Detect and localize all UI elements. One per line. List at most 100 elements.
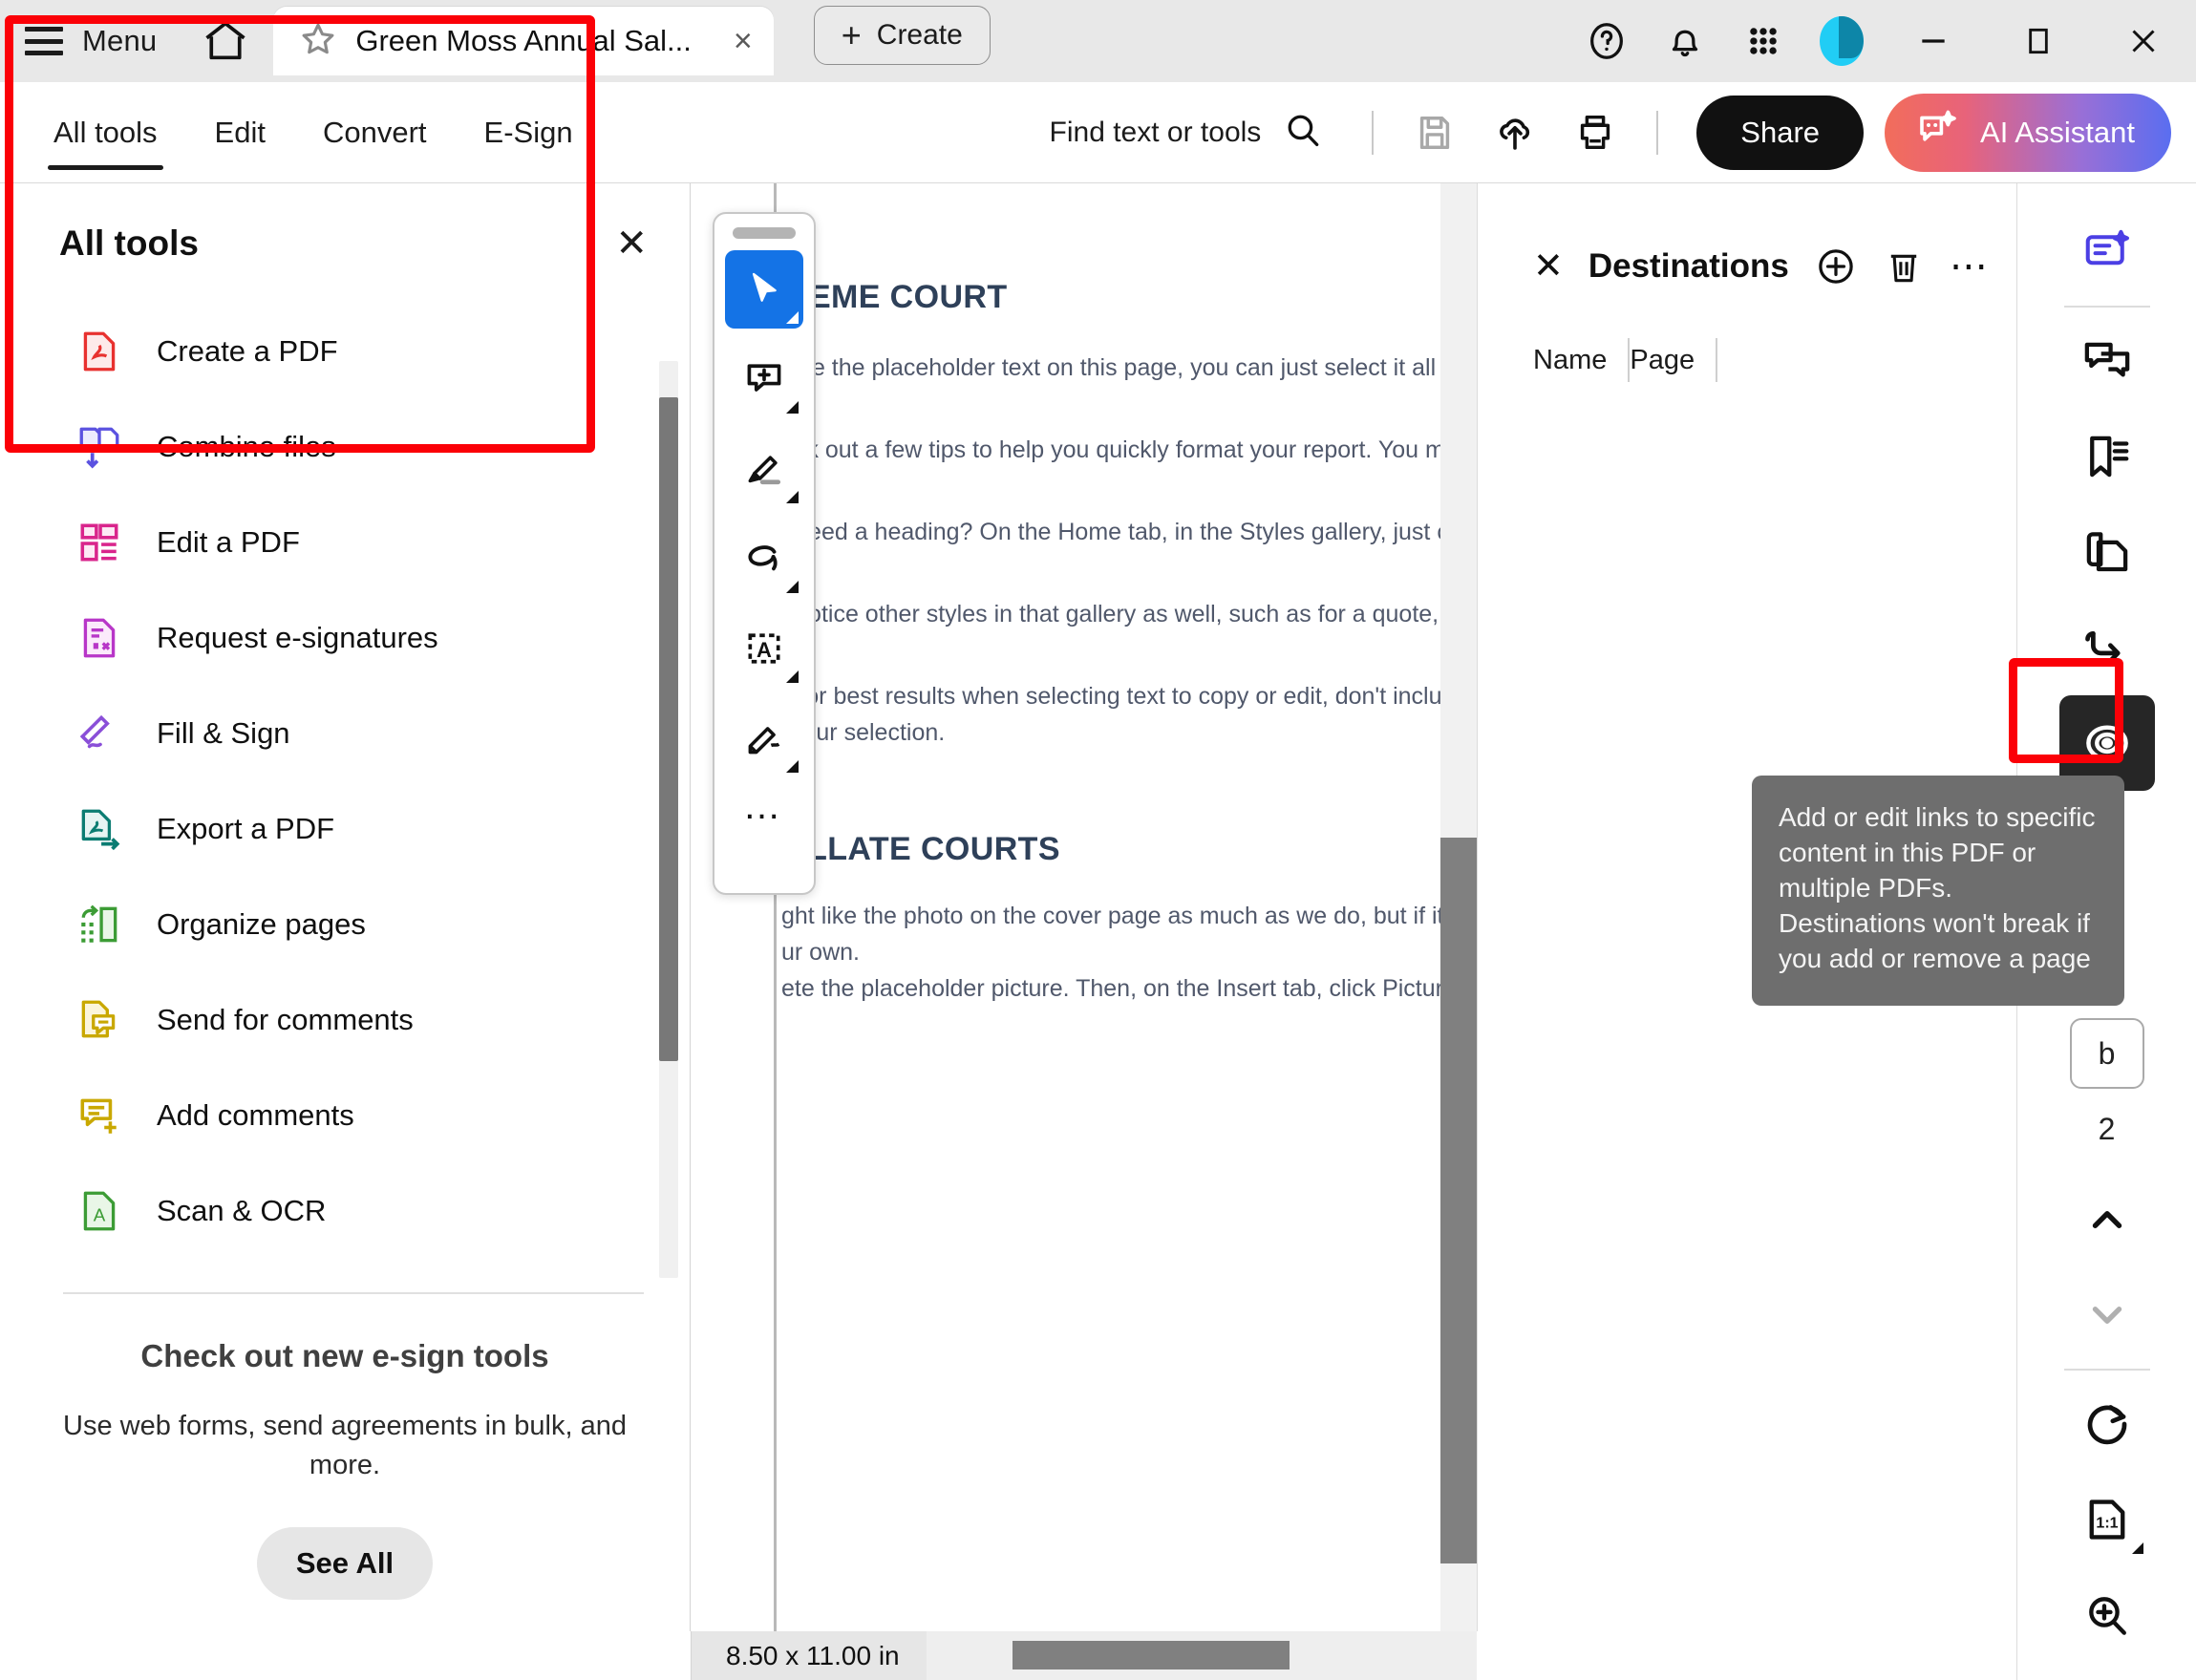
zoom-out-icon[interactable] [2059, 1663, 2155, 1680]
tool-item-combine-files[interactable]: Combine files [0, 399, 690, 495]
fit-1to1-icon[interactable]: 1:1 [2059, 1472, 2155, 1567]
sign-pen-tool[interactable] [725, 699, 803, 777]
home-icon[interactable] [199, 14, 252, 68]
ai-assistant-button[interactable]: AI Assistant [1885, 93, 2171, 172]
tool-item-edit-pdf[interactable]: Edit a PDF [0, 495, 690, 590]
dropdown-caret-icon[interactable] [786, 491, 799, 503]
send-for-comments-icon [75, 995, 124, 1045]
upload-cloud-icon[interactable] [1475, 93, 1555, 173]
window-close-button[interactable] [2091, 0, 2196, 82]
document-scrollbar-thumb[interactable] [1440, 838, 1477, 1563]
svg-text:A: A [757, 638, 772, 662]
close-icon[interactable]: ✕ [1533, 248, 1564, 285]
combine-files-icon [75, 422, 124, 472]
star-icon[interactable] [298, 19, 338, 64]
rotate-icon[interactable] [2059, 1376, 2155, 1472]
dropdown-caret-icon[interactable] [2131, 1542, 2143, 1554]
draw-oval-tool[interactable] [725, 520, 803, 598]
organize-pages-icon [75, 900, 124, 949]
print-icon[interactable] [1555, 93, 1635, 173]
export-pdf-icon [75, 804, 124, 854]
document-tab[interactable]: Green Moss Annual Sal... × [273, 7, 774, 75]
rail-item-page-thumbnails[interactable] [2059, 504, 2155, 600]
tool-item-send-for-comments[interactable]: Send for comments [0, 972, 690, 1068]
zoom-in-icon[interactable] [2059, 1567, 2155, 1663]
hamburger-menu-icon[interactable] [25, 27, 63, 55]
add-circle-icon[interactable] [1814, 245, 1858, 288]
page-number-input[interactable]: b [2069, 1018, 2144, 1089]
more-tools-icon[interactable]: … [743, 787, 786, 825]
horizontal-scrollbar-thumb[interactable] [1012, 1641, 1290, 1669]
divider [2063, 306, 2150, 308]
title-bar-left: Menu Green Moss Annual Sal... × + Create [0, 0, 991, 82]
rail-item-attachments[interactable] [2059, 600, 2155, 695]
rail-item-bookmarks[interactable] [2059, 409, 2155, 504]
page-down-button[interactable] [2059, 1267, 2155, 1363]
tool-item-export-pdf[interactable]: Export a PDF [0, 781, 690, 877]
trash-icon[interactable] [1883, 245, 1925, 287]
dropdown-caret-icon[interactable] [786, 311, 799, 324]
title-bar: Menu Green Moss Annual Sal... × + Create [0, 0, 2196, 82]
rail-item-ai-assistant[interactable] [2059, 204, 2155, 300]
ribbon-tabs: All tools Edit Convert E-Sign [0, 82, 602, 183]
divider [2063, 1369, 2150, 1371]
tool-item-add-comments[interactable]: Add comments [0, 1068, 690, 1163]
promo-subtitle: Use web forms, send agreements in bulk, … [63, 1410, 627, 1480]
tool-item-request-esignatures[interactable]: Request e-signatures [0, 590, 690, 686]
share-button[interactable]: Share [1696, 95, 1865, 170]
fill-sign-icon [75, 709, 124, 758]
search-input[interactable]: Find text or tools [1050, 109, 1325, 156]
esign-promo: Check out new e-sign tools Use web forms… [0, 1338, 690, 1600]
tool-label: Combine files [157, 430, 336, 463]
help-icon[interactable] [1567, 0, 1646, 82]
tool-item-organize-pages[interactable]: Organize pages [0, 877, 690, 972]
tab-close-icon[interactable]: × [709, 25, 753, 57]
tab-convert[interactable]: Convert [294, 82, 456, 183]
select-cursor-tool[interactable] [725, 250, 803, 329]
horizontal-scrollbar-track[interactable] [926, 1631, 1477, 1680]
quick-tools-toolbar: A … [713, 212, 816, 895]
bell-icon[interactable] [1646, 0, 1724, 82]
rail-item-comments[interactable] [2059, 313, 2155, 409]
dropdown-caret-icon[interactable] [786, 760, 799, 773]
tab-all-tools[interactable]: All tools [25, 82, 186, 183]
dropdown-caret-icon[interactable] [786, 401, 799, 414]
apps-grid-icon[interactable] [1724, 0, 1802, 82]
tool-item-scan-ocr[interactable]: A Scan & OCR [0, 1163, 690, 1259]
column-header-name[interactable]: Name [1533, 345, 1628, 376]
close-icon[interactable]: ✕ [615, 224, 648, 263]
right-bottom-strip [1477, 1631, 2016, 1680]
search-icon[interactable] [1282, 109, 1324, 156]
column-header-page[interactable]: Page [1630, 345, 1716, 376]
tool-item-create-pdf[interactable]: Create a PDF [0, 304, 690, 399]
tab-esign[interactable]: E-Sign [456, 82, 602, 183]
avatar[interactable] [1802, 0, 1881, 82]
dropdown-caret-icon[interactable] [786, 581, 799, 593]
title-bar-right [1567, 0, 2196, 82]
menu-label[interactable]: Menu [82, 24, 157, 58]
destinations-panel: ✕ Destinations ⋯ Name Page [1489, 204, 2066, 630]
tool-label: Edit a PDF [157, 525, 300, 559]
tab-edit[interactable]: Edit [186, 82, 294, 183]
doc-heading-2: ELLATE COURTS [785, 831, 1060, 867]
window-maximize-button[interactable] [1986, 0, 2091, 82]
add-text-tool[interactable]: A [725, 609, 803, 688]
tools-list: Create a PDF Combine files Edit a PDF Re… [0, 304, 690, 1307]
tool-item-fill-sign[interactable]: Fill & Sign [0, 686, 690, 781]
window-minimize-button[interactable] [1881, 0, 1986, 82]
save-icon[interactable] [1395, 93, 1475, 173]
all-tools-header: All tools ✕ [0, 183, 690, 264]
page-up-button[interactable] [2059, 1172, 2155, 1267]
dropdown-caret-icon[interactable] [786, 670, 799, 683]
scan-ocr-icon: A [75, 1186, 124, 1236]
doc-paragraph: eck out a few tips to help you quickly f… [781, 436, 1477, 463]
doc-paragraph: ght like the photo on the cover page as … [781, 903, 1477, 929]
more-options-icon[interactable]: ⋯ [1950, 247, 1993, 286]
add-comment-tool[interactable] [725, 340, 803, 418]
scrollbar-thumb[interactable] [659, 397, 678, 1061]
highlighter-tool[interactable] [725, 430, 803, 508]
all-tools-panel: All tools ✕ Create a PDF Combine files E… [0, 183, 691, 1680]
create-button[interactable]: + Create [813, 6, 991, 65]
toolbar-drag-handle[interactable] [733, 227, 796, 239]
see-all-button[interactable]: See All [257, 1527, 433, 1600]
